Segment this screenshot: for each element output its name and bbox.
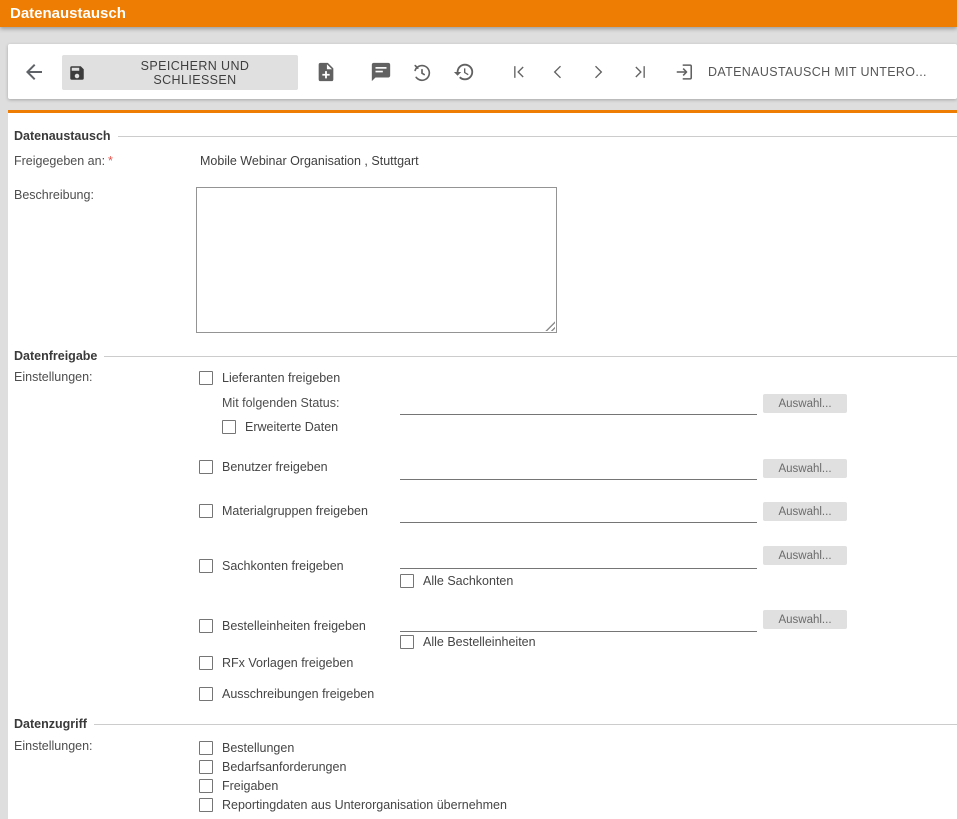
save-icon [68,64,86,82]
checkbox-label: Sachkonten freigeben [222,559,344,573]
checkbox-alle-sachkonten[interactable]: Alle Sachkonten [400,574,513,588]
auswahl-button-bestelleinheiten[interactable]: Auswahl... [763,610,847,629]
auswahl-button-benutzer[interactable]: Auswahl... [763,459,847,478]
beschreibung-textarea[interactable] [196,187,557,333]
checkbox-label: Lieferanten freigeben [222,371,340,385]
checkbox-lieferanten-freigeben[interactable]: Lieferanten freigeben [199,371,340,385]
section-rule [94,724,957,725]
checkbox-box[interactable] [199,741,213,755]
section-title: Datenfreigabe [14,349,97,363]
section-header-datenzugriff: Datenzugriff [14,716,957,732]
checkbox-box[interactable] [222,420,236,434]
freigegeben-an-label: Freigegeben an:* [14,154,113,168]
checkbox-label: Ausschreibungen freigeben [222,687,374,701]
content-panel: Datenaustausch Freigegeben an:* Mobile W… [8,110,957,819]
einstellungen-label: Einstellungen: [14,739,93,753]
checkbox-label: Alle Bestelleinheiten [423,635,536,649]
checkbox-box[interactable] [199,687,213,701]
checkbox-label: Erweiterte Daten [245,420,338,434]
checkbox-box[interactable] [199,371,213,385]
checkbox-label: Benutzer freigeben [222,460,328,474]
first-page-icon[interactable] [509,62,529,82]
previous-icon[interactable] [548,62,568,82]
section-title: Datenaustausch [14,129,111,143]
section-rule [104,356,957,357]
checkbox-label: RFx Vorlagen freigeben [222,656,353,670]
auswahl-button-status[interactable]: Auswahl... [763,394,847,413]
section-title: Datenzugriff [14,717,87,731]
mit-folgenden-status-label: Mit folgenden Status: [222,396,339,410]
checkbox-label: Bedarfsanforderungen [222,760,346,774]
checkbox-ausschreibungen-freigeben[interactable]: Ausschreibungen freigeben [199,687,374,701]
beschreibung-label: Beschreibung: [14,188,94,202]
status-input[interactable] [400,398,757,415]
auswahl-button-sachkonten[interactable]: Auswahl... [763,546,847,565]
beschreibung-field-wrap [196,187,557,333]
note-add-icon[interactable] [315,61,337,83]
timer-icon[interactable] [411,61,433,83]
app-header: Datenaustausch [0,0,957,27]
freigegeben-an-value: Mobile Webinar Organisation , Stuttgart [200,154,419,168]
section-rule [118,136,957,137]
save-and-close-label: SPEICHERN UND SCHLIESSEN [98,59,292,87]
save-and-close-button[interactable]: SPEICHERN UND SCHLIESSEN [62,55,298,90]
checkbox-label: Materialgruppen freigeben [222,504,368,518]
auswahl-button-materialgruppen[interactable]: Auswahl... [763,502,847,521]
checkbox-label: Reportingdaten aus Unterorganisation übe… [222,798,507,812]
checkbox-label: Bestellungen [222,741,294,755]
checkbox-label: Bestelleinheiten freigeben [222,619,366,633]
checkbox-box[interactable] [199,760,213,774]
section-header-datenfreigabe: Datenfreigabe [14,348,957,364]
checkbox-rfx-vorlagen-freigeben[interactable]: RFx Vorlagen freigeben [199,656,353,670]
bestelleinheiten-input[interactable] [400,615,757,632]
checkbox-erweiterte-daten[interactable]: Erweiterte Daten [222,420,338,434]
checkbox-box[interactable] [400,574,414,588]
section-header-datenaustausch: Datenaustausch [14,128,957,144]
checkbox-reportingdaten-uebernehmen[interactable]: Reportingdaten aus Unterorganisation übe… [199,798,507,812]
comment-icon[interactable] [370,61,392,83]
checkbox-freigaben[interactable]: Freigaben [199,779,278,793]
exit-to-app-icon [674,61,696,83]
checkbox-alle-bestelleinheiten[interactable]: Alle Bestelleinheiten [400,635,536,649]
materialgruppen-input[interactable] [400,506,757,523]
checkbox-box[interactable] [199,559,213,573]
benutzer-input[interactable] [400,463,757,480]
required-marker: * [108,154,113,168]
context-navigation-button[interactable]: DATENAUSTAUSCH MIT UNTERO... [674,44,927,99]
checkbox-box[interactable] [199,656,213,670]
checkbox-box[interactable] [199,460,213,474]
context-navigation-label: DATENAUSTAUSCH MIT UNTERO... [708,65,927,79]
toolbar: SPEICHERN UND SCHLIESSEN [8,44,957,99]
sachkonten-input[interactable] [400,552,757,569]
history-icon[interactable] [453,61,475,83]
checkbox-bedarfsanforderungen[interactable]: Bedarfsanforderungen [199,760,346,774]
checkbox-bestellungen[interactable]: Bestellungen [199,741,294,755]
checkbox-box[interactable] [199,619,213,633]
page-title: Datenaustausch [10,5,126,22]
checkbox-box[interactable] [199,779,213,793]
last-page-icon[interactable] [630,62,650,82]
next-icon[interactable] [588,62,608,82]
checkbox-box[interactable] [400,635,414,649]
checkbox-bestelleinheiten-freigeben[interactable]: Bestelleinheiten freigeben [199,619,366,633]
checkbox-sachkonten-freigeben[interactable]: Sachkonten freigeben [199,559,344,573]
einstellungen-label: Einstellungen: [14,370,93,384]
checkbox-label: Freigaben [222,779,278,793]
checkbox-box[interactable] [199,798,213,812]
checkbox-materialgruppen-freigeben[interactable]: Materialgruppen freigeben [199,504,368,518]
checkbox-box[interactable] [199,504,213,518]
checkbox-label: Alle Sachkonten [423,574,513,588]
back-arrow-icon[interactable] [22,60,46,84]
checkbox-benutzer-freigeben[interactable]: Benutzer freigeben [199,460,328,474]
